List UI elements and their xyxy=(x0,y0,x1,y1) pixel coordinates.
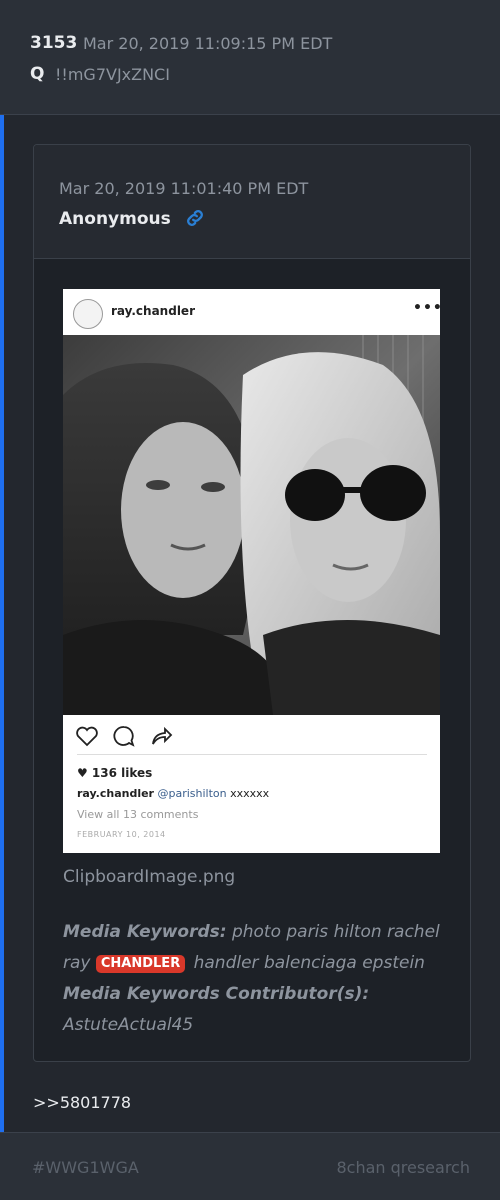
keywords-text-after: handler balenciaga epstein xyxy=(193,953,425,973)
caption-text: xxxxxx xyxy=(230,787,270,800)
reply-reference-link[interactable]: >>5801778 xyxy=(33,1093,131,1112)
caption-mention: @parishilton xyxy=(157,787,227,800)
post-date: Mar 20, 2019 11:09:15 PM EDT xyxy=(83,34,333,53)
instagram-actions xyxy=(63,719,440,755)
post-accent-bar xyxy=(0,0,4,1199)
attached-image[interactable]: ray.chandler ••• ♥ 136 likes ray.chandle… xyxy=(63,289,440,853)
image-filename[interactable]: ClipboardImage.png xyxy=(63,867,235,887)
quoted-post-author: Anonymous xyxy=(59,209,171,229)
post-footer: #WWG1WGA 8chan qresearch xyxy=(0,1132,500,1200)
divider xyxy=(77,754,427,755)
share-icon xyxy=(152,726,173,745)
post-tripcode: !!mG7VJxZNCI xyxy=(55,65,170,84)
post-header: 3153 Mar 20, 2019 11:09:15 PM EDT Q !!mG… xyxy=(0,0,500,115)
quoted-post-header: Mar 20, 2019 11:01:40 PM EDT Anonymous xyxy=(34,145,470,259)
heart-icon xyxy=(76,726,98,747)
media-keywords: Media Keywords: photo paris hilton rache… xyxy=(63,917,453,1041)
instagram-username: ray.chandler xyxy=(111,304,195,318)
post-number[interactable]: 3153 xyxy=(30,33,77,53)
more-options-icon: ••• xyxy=(413,300,440,316)
contributors-value: AstuteActual45 xyxy=(63,1015,194,1035)
source-label: 8chan qresearch xyxy=(336,1158,470,1177)
instagram-caption: ray.chandler @parishilton xxxxxx xyxy=(77,787,269,800)
quoted-post-card: Mar 20, 2019 11:01:40 PM EDT Anonymous r… xyxy=(33,144,471,1062)
comment-icon xyxy=(113,726,135,747)
avatar xyxy=(73,299,103,329)
post-author: Q xyxy=(30,64,45,84)
quoted-post-date: Mar 20, 2019 11:01:40 PM EDT xyxy=(59,179,309,198)
contributors-label: Media Keywords Contributor(s): xyxy=(63,984,370,1004)
keywords-label: Media Keywords: xyxy=(63,922,227,942)
caption-username: ray.chandler xyxy=(77,787,154,800)
instagram-date: FEBRUARY 10, 2014 xyxy=(77,830,166,839)
view-comments: View all 13 comments xyxy=(77,808,199,821)
link-icon[interactable] xyxy=(184,207,206,229)
likes-count: ♥ 136 likes xyxy=(77,766,153,780)
photo xyxy=(63,335,440,715)
hashtag: #WWG1WGA xyxy=(32,1158,139,1177)
instagram-header: ray.chandler ••• xyxy=(63,289,440,335)
keyword-badge: CHANDLER xyxy=(95,955,186,973)
